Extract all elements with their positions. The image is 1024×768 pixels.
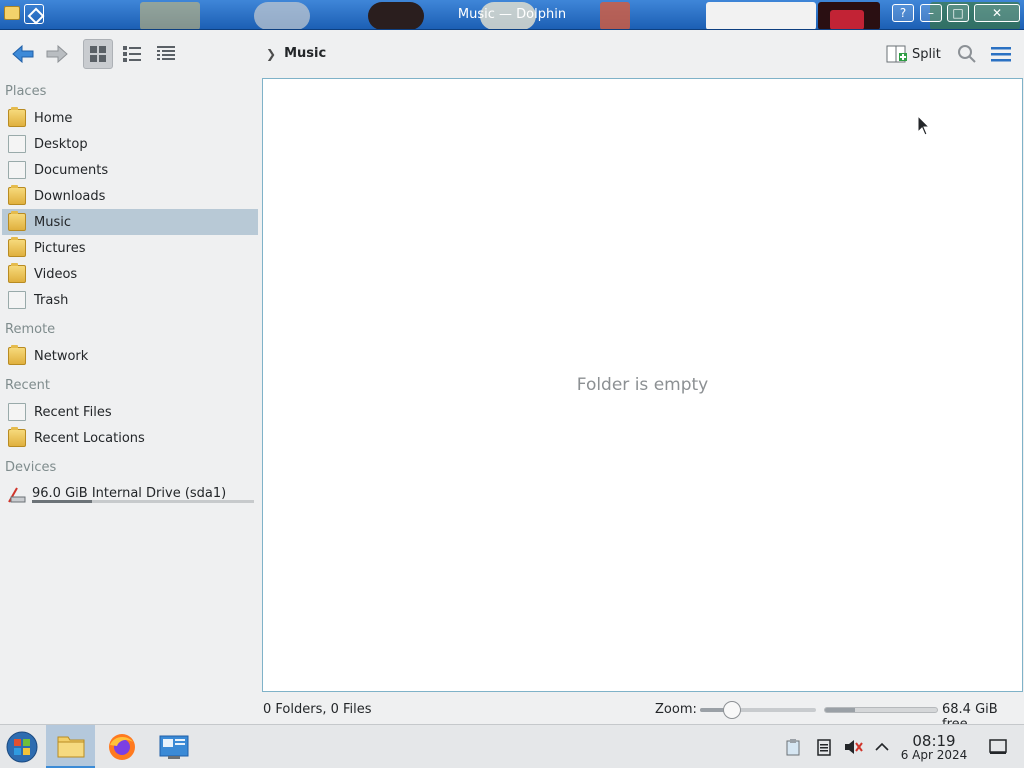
forward-button[interactable] [42,39,72,69]
minimize-button[interactable]: – [920,4,942,22]
file-view[interactable]: Folder is empty [262,78,1023,692]
sidebar-item-downloads[interactable]: Downloads [2,183,258,209]
folder-summary: 0 Folders, 0 Files [263,702,372,717]
clipboard-icon [786,739,800,756]
breadcrumb[interactable]: ❯ Music [266,46,326,61]
chevron-right-icon[interactable]: ❯ [266,47,276,61]
music-folder-icon [8,211,26,231]
compact-view-button[interactable] [117,39,147,69]
start-menu-icon [6,731,38,763]
taskbar-dolphin[interactable] [46,725,95,768]
window-titlebar[interactable]: Music — Dolphin ? – □ ✕ [0,0,1024,30]
sidebar-item-label: Videos [34,266,78,282]
home-folder-icon [8,107,26,127]
desktop-icon [8,135,26,153]
drive-usage-bar [32,500,254,503]
zoom-slider-handle[interactable] [723,701,742,719]
icons-view-button[interactable] [83,39,113,69]
tray-expand-icon [875,742,889,751]
sidebar-item-label: Recent Locations [34,430,145,446]
details-view-icon [157,46,175,60]
empty-folder-message: Folder is empty [576,375,709,395]
network-folder-icon [8,345,26,365]
taskbar: 08:19 6 Apr 2024 [0,724,1024,768]
pictures-folder-icon [8,237,26,257]
arrow-right-icon [46,44,68,64]
show-desktop-icon [989,739,1007,754]
system-settings-icon [159,735,189,759]
window-title: Music — Dolphin [457,7,567,22]
tray-volume[interactable] [843,737,863,757]
tray-notes[interactable] [814,737,834,757]
firefox-icon [109,734,135,760]
downloads-folder-icon [8,185,26,205]
videos-folder-icon [8,263,26,283]
file-manager-icon [57,736,84,757]
sidebar-item-label: Trash [34,292,69,308]
drive-usage-fill [32,500,92,503]
zoom-label: Zoom: [655,702,697,717]
remote-section-title: Remote [5,322,56,337]
documents-icon [8,161,26,179]
tray-clipboard[interactable] [783,737,803,757]
recent-section-title: Recent [5,378,50,393]
icons-view-icon [90,46,106,62]
sidebar-item-trash[interactable]: Trash [2,287,258,313]
recent-files-icon [8,403,26,421]
taskbar-firefox[interactable] [100,725,144,768]
sidebar-item-recent-locations[interactable]: Recent Locations [2,425,258,451]
sidebar-item-label: Music [34,214,71,230]
sidebar-item-internal-drive[interactable]: 96.0 GiB Internal Drive (sda1) [32,486,226,501]
sidebar-item-label: Recent Files [34,404,112,420]
sidebar-item-pictures[interactable]: Pictures [2,235,258,261]
trash-icon [8,291,26,309]
sidebar-item-network[interactable]: Network [2,343,258,369]
back-button[interactable] [8,39,38,69]
hamburger-menu-icon [991,47,1011,62]
split-view-icon [886,45,907,63]
free-space-bar [824,707,938,713]
taskbar-system-settings[interactable] [152,725,196,768]
sidebar-item-label: Desktop [34,136,88,152]
free-space-fill [825,708,856,712]
sidebar-item-videos[interactable]: Videos [2,261,258,287]
places-panel: Places Home Desktop Documents Downloads … [0,78,260,698]
clock-date[interactable]: 6 Apr 2024 [900,748,968,762]
volume-muted-icon [845,740,863,754]
details-view-button[interactable] [151,39,181,69]
compact-view-icon [123,46,141,62]
zoom-slider[interactable] [700,701,816,719]
status-bar: 0 Folders, 0 Files Zoom: 68.4 GiB free [0,698,1024,732]
sidebar-item-label: Network [34,348,89,364]
maximize-button[interactable]: □ [947,4,969,22]
hamburger-menu-button[interactable] [986,39,1016,69]
sidebar-item-music[interactable]: Music [2,209,258,235]
sidebar-item-label: Downloads [34,188,106,204]
main-toolbar: ❯ Music Split [0,31,1024,77]
split-button[interactable]: Split [886,43,941,65]
sidebar-item-recent-files[interactable]: Recent Files [2,399,258,425]
search-button[interactable] [952,39,982,69]
split-label: Split [912,46,941,62]
sidebar-item-desktop[interactable]: Desktop [2,131,258,157]
recent-locations-icon [8,427,26,447]
close-button[interactable]: ✕ [974,4,1020,22]
show-desktop-button[interactable] [988,737,1008,757]
breadcrumb-item-music[interactable]: Music [284,46,326,61]
mouse-cursor-icon [917,115,931,136]
help-button[interactable]: ? [892,4,914,22]
places-section-title: Places [5,84,47,99]
drive-icon [8,487,26,503]
sidebar-item-documents[interactable]: Documents [2,157,258,183]
sidebar-item-label: Documents [34,162,109,178]
start-menu-button[interactable] [2,725,42,768]
sidebar-item-label: Home [34,110,73,126]
notes-icon [817,739,831,756]
search-icon [958,45,976,63]
arrow-left-icon [12,44,34,64]
tray-expand-button[interactable] [872,737,892,757]
sidebar-item-home[interactable]: Home [2,105,258,131]
sidebar-item-label: Pictures [34,240,86,256]
devices-section-title: Devices [5,460,57,475]
